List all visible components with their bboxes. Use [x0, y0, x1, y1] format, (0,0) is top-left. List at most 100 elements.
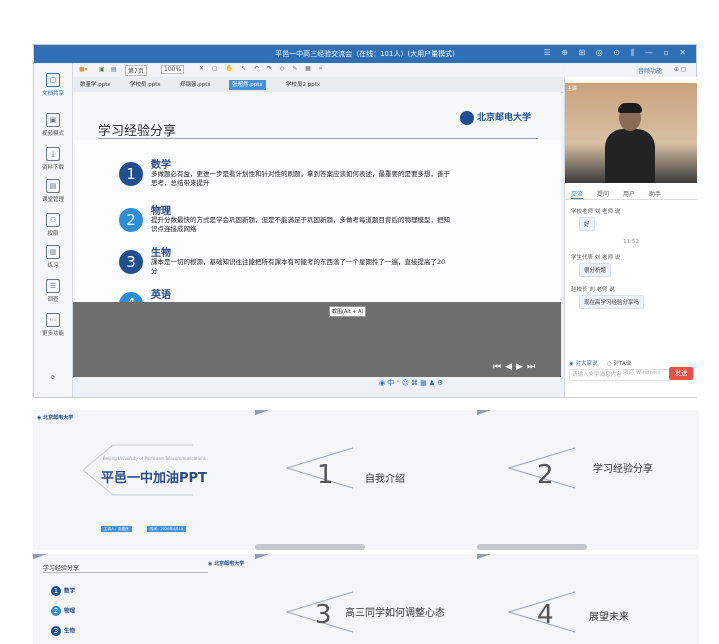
doc-share-icon: ▢ [46, 73, 60, 87]
sidebar-item-1[interactable]: ▣ 视频模式 [34, 113, 72, 137]
video-caption: 主讲 [567, 86, 578, 92]
sidebar-item-label: 课堂管理 [41, 197, 64, 203]
thumbnail-5[interactable]: 4 展望未来 [477, 554, 699, 644]
title-divider [98, 138, 538, 139]
thumb-subject: 2 物理 [51, 600, 75, 619]
subject-name: 英语 [151, 290, 171, 301]
thumb-logo: ◉ 北京邮电大学 [208, 561, 245, 567]
tab-file-0[interactable]: 数量学.pptx [77, 80, 114, 90]
thumbnail-1[interactable]: 1 自我介绍 [255, 410, 477, 550]
chat-tab-1[interactable]: 提问 [597, 189, 609, 198]
cover-badge-presenter: 主讲人：张超然 [101, 526, 132, 532]
subject-name: 物理 [151, 206, 171, 217]
sidebar-item-label: 文档共享 [41, 91, 64, 97]
chat-tab-3[interactable]: 助手 [649, 189, 661, 198]
thumb-subject-name: 生物 [64, 628, 76, 635]
folder-icon[interactable]: ■▾ [79, 66, 88, 73]
sidebar-item-label: 资料下载 [41, 165, 64, 171]
subject-description: 多做题必有益，更进一步是看计划性和针对性的刷题，拿到答案应该如何表述，最重要的是… [151, 170, 450, 187]
thumb-subject-number: 1 [51, 585, 61, 596]
thumb-subject: 1 数学 [51, 580, 75, 599]
video-mode-icon: ▣ [46, 113, 60, 127]
header-icons[interactable]: ⊕ ▢ [674, 66, 687, 73]
window-controls[interactable]: ☰ ⊕ ⊞ ◎ ⊙ ⫼ — ▫ ✕ [544, 48, 690, 58]
chat-sender: 学生代表 刘 老师 说 [571, 255, 621, 261]
survey-icon: ☰ [46, 279, 60, 293]
save-icon[interactable]: ▤ [111, 66, 117, 73]
chat-tabs: 交流 提问 用户 助手 [565, 187, 697, 200]
tab-file-1[interactable]: 学校员.pptx [127, 80, 164, 90]
chat-option-private[interactable]: ○ 对TA说 [607, 359, 631, 367]
right-header: 音频功能 ⊕ ▢ [564, 63, 696, 77]
section-number: 4 [537, 600, 554, 630]
permission-icon: ⚇ [46, 213, 60, 227]
subject-number: 1 [119, 162, 143, 186]
sidebar-item-7[interactable]: ⋯ 更多功能 [34, 313, 72, 337]
windows-watermark: 激活 Windows [623, 370, 661, 376]
subject-name: 数学 [151, 160, 171, 171]
sidebar-item-label: 更多功能 [41, 331, 64, 337]
sidebar-item-6[interactable]: ☰ 调查 [34, 279, 72, 303]
title-bar: 平邑一中高三经验交流会（在线：101人）(大用户量模式) ☰ ⊕ ⊞ ◎ ⊙ ⫼… [34, 45, 696, 63]
slide-title: 学习经验分享 [98, 124, 177, 139]
sidebar-item-0[interactable]: ▢ 文档共享 [34, 73, 72, 97]
sidebar-item-label: 练习 [47, 263, 59, 269]
thumbnail-3[interactable]: 学习经验分享 ◉ 北京邮电大学 1 数学 2 物理 3 生物 [33, 554, 255, 644]
thumb-scrollbar [255, 544, 365, 550]
sidebar-item-4[interactable]: ⚇ 权限 [34, 213, 72, 237]
drawing-tools[interactable]: ✕ ▢ ✋ ↖ ↶ ↷ ◇ ✎ ▦ » [199, 65, 325, 72]
chat-bubble: 好 [579, 217, 595, 231]
thumb-slide-title: 学习经验分享 [43, 565, 80, 572]
subject-number: 3 [119, 250, 143, 274]
bottom-icon-bar[interactable]: ◉中⁺☺⌘▦♟⚙ [379, 378, 489, 390]
document-tabs: 数量学.pptx 学校员.pptx 郑钢强.pptx 张超然.pptx 学校员2.ppt… [73, 77, 563, 93]
chat-sender: 学校老师 刘 老师 说 [571, 209, 621, 215]
slide-canvas: 学习经验分享 北京邮电大学 1 数学 多做题必有益，更进一步是看计划性和针对性的刷题… [73, 92, 561, 377]
sidebar-item-label: 视频模式 [41, 131, 64, 137]
thumb-subject: 3 生物 [51, 620, 75, 639]
left-sidebar: ▢ 文档共享 ▣ 视频模式 ⤓ 资料下载 ▤ 课堂管理 ⚇ 权限 ▥ 练习 ☰ 调查 ⋯ 更多功能 ⟳ [34, 63, 73, 397]
audio-function[interactable]: 音频功能 [638, 66, 662, 75]
section-number: 3 [315, 600, 332, 630]
thumbnail-4[interactable]: 3 高三同学如何调整心态 [255, 554, 477, 644]
document-toolbar: ■▾ ▣ ▤ 第7页 100% ✕ ▢ ✋ ↖ ↶ ↷ ◇ ✎ ▦ » [73, 63, 563, 77]
subject-number: 2 [119, 208, 143, 232]
tab-file-2[interactable]: 郑钢强.pptx [177, 80, 214, 90]
class-manage-icon: ▤ [46, 179, 60, 193]
sidebar-item-5[interactable]: ▥ 练习 [34, 245, 72, 269]
thumb-logo: ◉ 北京邮电大学 [37, 415, 74, 421]
section-number: 2 [537, 460, 554, 490]
chat-timestamp: 11:52 [623, 239, 639, 245]
section-label: 自我介绍 [365, 474, 405, 485]
chat-bubble: 很分析题 [579, 263, 612, 277]
subject-description: 提升分数最快的方式是学会巩固新题，但是不能满足于巩固新题，多做考每道题目背后的物… [151, 216, 450, 233]
thumbnail-cover[interactable]: ◉ 北京邮电大学 Beijing University of Posts and… [33, 410, 255, 550]
download-icon: ⤓ [46, 147, 60, 161]
tab-file-4[interactable]: 学校员2.pptx [283, 80, 323, 90]
send-button[interactable]: 发送 [669, 367, 693, 380]
chat-option-all[interactable]: ◉ 对大家说 [569, 359, 598, 367]
thumb-subject-name: 物理 [64, 608, 76, 615]
section-number: 1 [317, 460, 334, 490]
thumb-subject-name: 数学 [64, 588, 76, 595]
subject-name: 生物 [151, 248, 171, 259]
playback-controls[interactable]: ⏮◀▶⏭ [493, 362, 539, 372]
more-icon: ⋯ [46, 313, 60, 327]
screenshot-hint: 截图(Alt + A) [329, 306, 367, 317]
chat-tab-2[interactable]: 用户 [623, 189, 635, 198]
sidebar-item-3[interactable]: ▤ 课堂管理 [34, 179, 72, 203]
thumbnail-2[interactable]: 2 学习经验分享 [477, 410, 699, 550]
refresh-icon[interactable]: ⟳ [34, 375, 72, 381]
add-icon[interactable]: ▣ [99, 66, 105, 73]
page-select[interactable]: 第7页 [125, 65, 147, 76]
zoom-select[interactable]: 100% [161, 65, 185, 74]
video-feed: 主讲 [565, 83, 697, 183]
app-window: 平邑一中高三经验交流会（在线：101人）(大用户量模式) ☰ ⊕ ⊞ ◎ ⊙ ⫼… [33, 44, 697, 398]
thumb-subject-number: 2 [51, 605, 61, 616]
chat-tab-0[interactable]: 交流 [571, 189, 584, 199]
right-panel: 主讲 交流 提问 用户 助手 学校老师 刘 老师 说好 11:52 学生代表 刘 老师 说… [564, 77, 697, 397]
thumb-scrollbar [477, 544, 587, 550]
sidebar-item-2[interactable]: ⤓ 资料下载 [34, 147, 72, 171]
tab-file-3[interactable]: 张超然.pptx [229, 80, 266, 90]
seal-icon [459, 110, 474, 125]
